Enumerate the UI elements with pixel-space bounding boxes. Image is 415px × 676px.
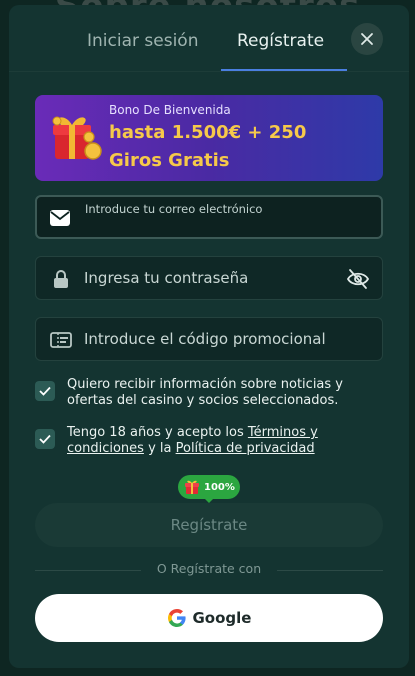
ticket-icon bbox=[50, 330, 72, 350]
alt-signup-label: O Regístrate con bbox=[156, 561, 262, 576]
envelope-icon bbox=[49, 208, 71, 228]
register-submit-button[interactable]: Regístrate bbox=[35, 503, 383, 547]
promo-code-field[interactable]: Introduce el código promocional bbox=[35, 317, 383, 361]
auth-tabs: Iniciar sesión Regístrate bbox=[9, 5, 409, 71]
gift-icon bbox=[185, 480, 199, 494]
newsletter-checkbox[interactable] bbox=[35, 381, 55, 401]
gift-icon bbox=[52, 116, 102, 160]
newsletter-consent: Quiero recibir información sobre noticia… bbox=[35, 377, 383, 411]
bonus-line-1: hasta 1.500€ + 250 bbox=[109, 122, 307, 143]
checkmark-icon bbox=[39, 434, 51, 444]
register-modal: Iniciar sesión Regístrate Bono De Bienve… bbox=[9, 5, 409, 668]
progress-badge: 100% bbox=[178, 475, 240, 499]
tab-register[interactable]: Regístrate bbox=[237, 31, 324, 51]
email-field[interactable]: Introduce tu correo electrónico bbox=[35, 195, 383, 239]
password-placeholder: Ingresa tu contraseña bbox=[84, 269, 249, 287]
divider-line-right bbox=[277, 570, 383, 571]
eye-off-icon bbox=[346, 269, 370, 289]
bonus-caption: Bono De Bienvenida bbox=[109, 103, 231, 117]
google-button-label: Google bbox=[192, 609, 252, 627]
terms-prefix: Tengo 18 años y acepto los bbox=[67, 425, 248, 440]
terms-middle: y la bbox=[143, 441, 176, 456]
terms-consent: Tengo 18 años y acepto los Términos y co… bbox=[35, 425, 383, 459]
close-icon bbox=[361, 33, 373, 45]
promo-code-placeholder: Introduce el código promocional bbox=[84, 330, 326, 348]
close-button[interactable] bbox=[351, 23, 383, 55]
bonus-amount: hasta 1.500€ + 250 Giros Gratis bbox=[109, 119, 306, 175]
newsletter-consent-text: Quiero recibir información sobre noticia… bbox=[67, 377, 343, 408]
google-logo-icon bbox=[167, 609, 186, 627]
password-field[interactable]: Ingresa tu contraseña bbox=[35, 256, 383, 300]
welcome-bonus-banner: Bono De Bienvenida hasta 1.500€ + 250 Gi… bbox=[35, 95, 383, 181]
alt-signup-divider: O Regístrate con bbox=[35, 561, 383, 579]
progress-percent: 100% bbox=[204, 481, 235, 493]
terms-checkbox[interactable] bbox=[35, 429, 55, 449]
tabs-divider bbox=[9, 71, 409, 72]
google-signup-button[interactable]: Google bbox=[35, 594, 383, 642]
bonus-line-2: Giros Gratis bbox=[109, 150, 230, 171]
toggle-password-visibility[interactable] bbox=[346, 268, 370, 290]
tab-login[interactable]: Iniciar sesión bbox=[87, 31, 198, 51]
terms-consent-text: Tengo 18 años y acepto los Términos y co… bbox=[67, 425, 367, 457]
lock-icon bbox=[50, 269, 72, 289]
checkmark-icon bbox=[39, 386, 51, 396]
privacy-link[interactable]: Política de privacidad bbox=[176, 441, 315, 456]
email-field-label: Introduce tu correo electrónico bbox=[85, 202, 263, 216]
